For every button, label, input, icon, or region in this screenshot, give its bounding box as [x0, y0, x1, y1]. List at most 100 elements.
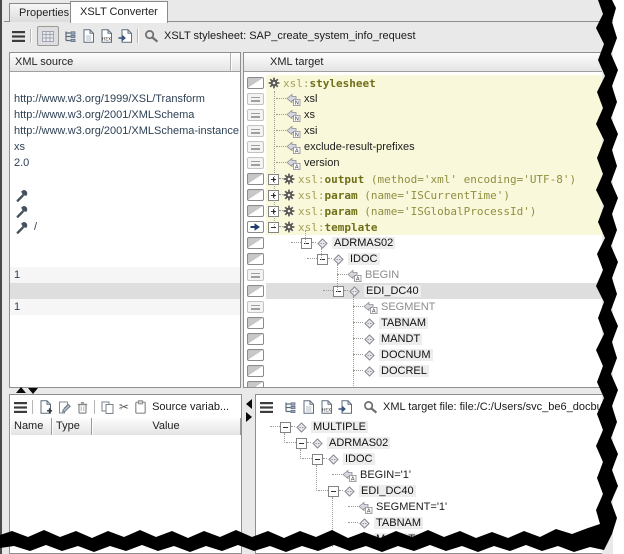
collapse-right-icon[interactable]	[246, 412, 252, 422]
source-cell[interactable]	[10, 363, 240, 379]
source-cell[interactable]	[10, 235, 240, 251]
document-import-icon[interactable]	[118, 29, 132, 43]
paste-icon[interactable]	[134, 400, 147, 414]
source-cell[interactable]	[10, 203, 240, 219]
tree-node-label[interactable]: EDI_DC40	[359, 485, 416, 497]
column-type[interactable]: Type	[52, 418, 92, 435]
tree-node-label[interactable]: xsl:stylesheet	[283, 77, 376, 90]
tree-node-label[interactable]: MANDT	[374, 533, 417, 545]
tree-node-label[interactable]: MULTIPLE	[311, 421, 368, 433]
source-cell[interactable]	[10, 251, 240, 267]
source-cell[interactable]: /	[10, 219, 240, 235]
source-cell[interactable]	[10, 75, 240, 91]
mapping-button[interactable]	[247, 157, 264, 169]
tree-node-label[interactable]: MANDT	[379, 333, 422, 345]
tab-properties[interactable]: Properties	[9, 3, 79, 22]
mapping-button[interactable]	[247, 285, 264, 297]
tree-node-label[interactable]: DOCREL	[379, 365, 429, 377]
tree-node-label[interactable]: TABNAM	[374, 517, 423, 529]
menu-icon[interactable]	[12, 31, 25, 42]
mapping-button[interactable]	[247, 349, 264, 361]
cut-icon[interactable]: ✂	[119, 401, 129, 413]
collapse-left-icon[interactable]	[246, 399, 252, 409]
mapping-button[interactable]	[247, 141, 264, 153]
tree-node-label[interactable]: xsl:param (name='ISGlobalProcessId')	[298, 205, 536, 218]
edit-icon[interactable]	[58, 401, 71, 414]
document-icon[interactable]	[82, 29, 95, 43]
mapping-button[interactable]	[247, 109, 264, 121]
menu-icon[interactable]	[14, 402, 27, 413]
menu-icon[interactable]	[260, 402, 273, 413]
source-cell[interactable]: 1	[10, 299, 240, 315]
tree-node-label[interactable]: SEGMENT	[381, 301, 435, 313]
tree-node-label[interactable]: xsl:template	[298, 221, 377, 234]
tree-node-label[interactable]: xsl:output (method='xml' encoding='UTF-8…	[298, 173, 576, 186]
tree-node-label[interactable]: EDI_DC40	[364, 285, 421, 297]
tree-node-label[interactable]: ADRMAS02	[332, 237, 395, 249]
mapping-button[interactable]	[247, 269, 264, 281]
tree-node-label[interactable]: IDOC	[348, 253, 380, 265]
mapping-button[interactable]	[247, 317, 264, 329]
document-icon[interactable]	[302, 400, 315, 414]
collapse-icon[interactable]	[328, 486, 339, 497]
source-cell[interactable]	[10, 171, 240, 187]
delete-icon[interactable]	[76, 401, 89, 414]
tree-node-label[interactable]: xs	[304, 109, 315, 121]
tab-xslt-converter[interactable]: XSLT Converter	[70, 1, 168, 23]
variables-table-body[interactable]	[10, 435, 241, 553]
mapping-button[interactable]	[247, 93, 264, 105]
search-icon[interactable]	[363, 400, 378, 414]
source-cell[interactable]: http://www.w3.org/1999/XSL/Transform	[10, 91, 240, 107]
mapping-button[interactable]	[247, 125, 264, 137]
mapping-button[interactable]	[247, 221, 264, 233]
new-document-icon[interactable]	[39, 400, 53, 414]
source-cell[interactable]: xs	[10, 139, 240, 155]
tree-view-icon[interactable]	[284, 401, 297, 413]
mapping-button[interactable]	[247, 205, 264, 217]
source-cell[interactable]: 1	[10, 267, 240, 283]
tree-node-label[interactable]: DOCNUM	[379, 349, 433, 361]
tree-view-icon[interactable]	[64, 30, 77, 42]
tree-node-label[interactable]: exclude-result-prefixes	[304, 141, 415, 153]
source-cell[interactable]	[10, 347, 240, 363]
mapping-button[interactable]	[247, 77, 264, 89]
mapping-button[interactable]	[247, 333, 264, 345]
mapping-button[interactable]	[247, 253, 264, 265]
search-icon[interactable]	[144, 29, 159, 43]
tree-node-label[interactable]: BEGIN	[365, 269, 399, 281]
tree-node-label[interactable]: xsi	[304, 125, 317, 137]
document-hex-icon[interactable]: HEX	[320, 400, 333, 414]
column-value[interactable]: Value	[92, 418, 241, 435]
collapse-up-icon[interactable]	[16, 387, 26, 393]
source-cell[interactable]: http://www.w3.org/2001/XMLSchema-instanc…	[10, 123, 240, 139]
tree-node-label[interactable]: xsl:param (name='ISCurrentTime')	[298, 189, 510, 202]
document-import-icon[interactable]	[338, 400, 352, 414]
tree-node-label[interactable]: IDOC	[343, 453, 375, 465]
mapping-button[interactable]	[247, 237, 264, 249]
source-cell[interactable]: 2.0	[10, 155, 240, 171]
tree-node-label[interactable]: ADRMAS02	[327, 437, 390, 449]
source-cell[interactable]	[10, 379, 240, 387]
mapping-button[interactable]	[247, 365, 264, 377]
collapse-icon[interactable]	[312, 454, 323, 465]
source-cell[interactable]	[10, 283, 240, 299]
source-cell[interactable]	[10, 315, 240, 331]
copy-icon[interactable]	[101, 401, 114, 414]
tree-node-label[interactable]: version	[304, 157, 339, 169]
document-hex-icon[interactable]: HEX	[100, 29, 113, 43]
column-name[interactable]: Name	[10, 418, 52, 435]
vertical-splitter[interactable]	[245, 394, 255, 534]
mapping-button[interactable]	[247, 301, 264, 313]
source-cell[interactable]	[10, 187, 240, 203]
source-cell[interactable]: http://www.w3.org/2001/XMLSchema	[10, 107, 240, 123]
mapping-button[interactable]	[247, 189, 264, 201]
mapping-button[interactable]	[247, 173, 264, 185]
tree-node-label[interactable]: SEGMENT='1'	[376, 501, 447, 513]
mapping-button[interactable]	[247, 381, 264, 387]
collapse-icon[interactable]	[280, 422, 291, 433]
tree-node-label[interactable]: xsl	[304, 93, 317, 105]
tree-node-label[interactable]: BEGIN='1'	[360, 469, 411, 481]
collapse-icon[interactable]	[296, 438, 307, 449]
table-view-button[interactable]	[37, 26, 59, 46]
source-cell[interactable]	[10, 331, 240, 347]
